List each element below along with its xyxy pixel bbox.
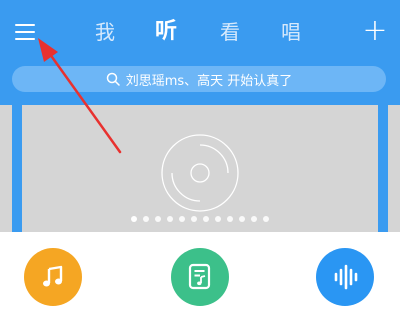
- music-note-icon: [43, 265, 63, 287]
- carousel-dot[interactable]: [215, 216, 221, 222]
- carousel-dot[interactable]: [131, 216, 137, 222]
- search-bar[interactable]: 刘思瑶ms、高天 开始认真了: [12, 66, 386, 92]
- header: 我 听 看 唱 + 刘思瑶ms、高天 开始认真了: [0, 0, 400, 232]
- menu-button[interactable]: [15, 22, 37, 42]
- tab-watch[interactable]: 看: [220, 18, 240, 46]
- carousel-dot[interactable]: [203, 216, 209, 222]
- search-icon: [106, 72, 120, 86]
- top-navigation-bar: 我 听 看 唱 +: [0, 0, 400, 64]
- banner-next-card[interactable]: [388, 105, 400, 232]
- music-shortcut-button[interactable]: [24, 248, 82, 306]
- carousel-dot[interactable]: [251, 216, 257, 222]
- hamburger-icon-line: [15, 24, 35, 26]
- sound-wave-icon: [334, 264, 358, 290]
- carousel-dot[interactable]: [191, 216, 197, 222]
- disc-placeholder-icon: [161, 134, 239, 212]
- song-list-shortcut-button[interactable]: [171, 248, 229, 306]
- carousel-dot[interactable]: [263, 216, 269, 222]
- song-list-icon: [188, 263, 211, 290]
- add-button[interactable]: +: [362, 16, 388, 46]
- carousel-dot[interactable]: [143, 216, 149, 222]
- sound-wave-shortcut-button[interactable]: [316, 248, 374, 306]
- carousel-dot[interactable]: [167, 216, 173, 222]
- hamburger-icon-line: [15, 31, 35, 33]
- carousel-dot[interactable]: [239, 216, 245, 222]
- carousel-dot[interactable]: [179, 216, 185, 222]
- tab-me[interactable]: 我: [95, 18, 115, 46]
- tab-sing[interactable]: 唱: [281, 18, 301, 46]
- search-placeholder: 刘思瑶ms、高天 开始认真了: [125, 73, 293, 89]
- banner-prev-card[interactable]: [0, 105, 12, 232]
- tab-listen[interactable]: 听: [155, 18, 177, 46]
- hamburger-icon-line: [15, 38, 35, 40]
- carousel-indicator: [0, 216, 400, 224]
- carousel-dot[interactable]: [227, 216, 233, 222]
- carousel-dot[interactable]: [155, 216, 161, 222]
